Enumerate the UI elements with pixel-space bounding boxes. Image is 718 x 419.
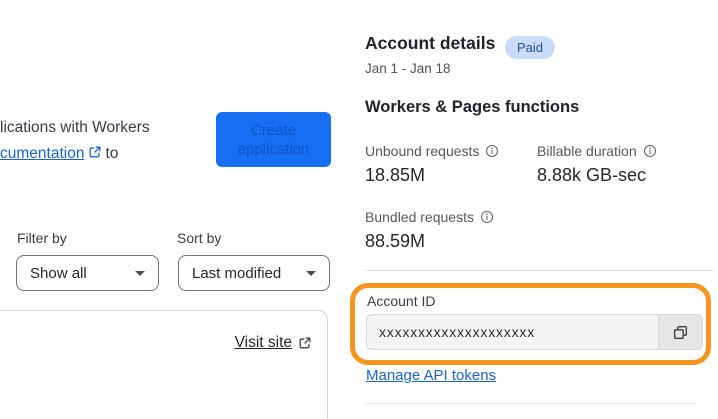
metric-label-unbound-requests: Unbound requests xyxy=(365,143,499,159)
visit-site-link[interactable]: Visit site xyxy=(235,334,292,352)
intro-text: lications with Workers cumentation to xyxy=(0,115,150,167)
divider xyxy=(365,270,714,271)
metric-label-text: Unbound requests xyxy=(365,143,480,159)
sort-select[interactable]: Last modified xyxy=(178,255,330,291)
copy-icon xyxy=(672,324,689,341)
manage-api-tokens-link[interactable]: Manage API tokens xyxy=(366,367,496,384)
info-icon[interactable] xyxy=(485,144,499,158)
account-id-label: Account ID xyxy=(367,293,436,309)
intro-text-after: to xyxy=(105,145,119,162)
sort-select-value: Last modified xyxy=(192,264,282,282)
functions-section-title: Workers & Pages functions xyxy=(365,98,580,116)
filter-by-label: Filter by xyxy=(17,230,67,246)
manage-api-tokens: Manage API tokens xyxy=(366,367,496,384)
metric-label-text: Billable duration xyxy=(537,143,637,159)
date-range: Jan 1 - Jan 18 xyxy=(365,61,451,76)
divider xyxy=(365,403,697,404)
info-icon[interactable] xyxy=(643,144,657,158)
intro-text-line2: cumentation to xyxy=(0,141,150,167)
external-link-icon xyxy=(88,145,102,159)
info-icon[interactable] xyxy=(480,210,494,224)
filter-select-value: Show all xyxy=(30,264,87,282)
account-id-input[interactable] xyxy=(367,315,658,349)
metric-label-text: Bundled requests xyxy=(365,209,474,225)
create-application-button[interactable]: Create application xyxy=(216,112,331,167)
metric-value-unbound-requests: 18.85M xyxy=(365,165,426,185)
metric-value-bundled-requests: 88.59M xyxy=(365,231,426,251)
metric-label-bundled-requests: Bundled requests xyxy=(365,209,494,225)
project-card: Visit site xyxy=(0,310,328,419)
sort-by-label: Sort by xyxy=(177,230,222,246)
workers-pages-dashboard: lications with Workers cumentation to Cre… xyxy=(0,0,718,419)
documentation-link[interactable]: cumentation xyxy=(0,145,84,162)
metric-label-billable-duration: Billable duration xyxy=(537,143,657,159)
metric-value-billable-duration: 8.88k GB-sec xyxy=(537,165,647,185)
filter-select[interactable]: Show all xyxy=(16,255,159,291)
intro-text-line1: lications with Workers xyxy=(0,119,150,136)
chevron-down-icon xyxy=(306,270,316,276)
plan-badge: Paid xyxy=(505,36,556,59)
account-id-field xyxy=(366,314,703,350)
external-link-icon xyxy=(298,336,312,350)
visit-site: Visit site xyxy=(235,334,312,352)
chevron-down-icon xyxy=(135,270,145,276)
copy-button[interactable] xyxy=(658,315,702,349)
account-details-title: Account details xyxy=(365,33,496,53)
